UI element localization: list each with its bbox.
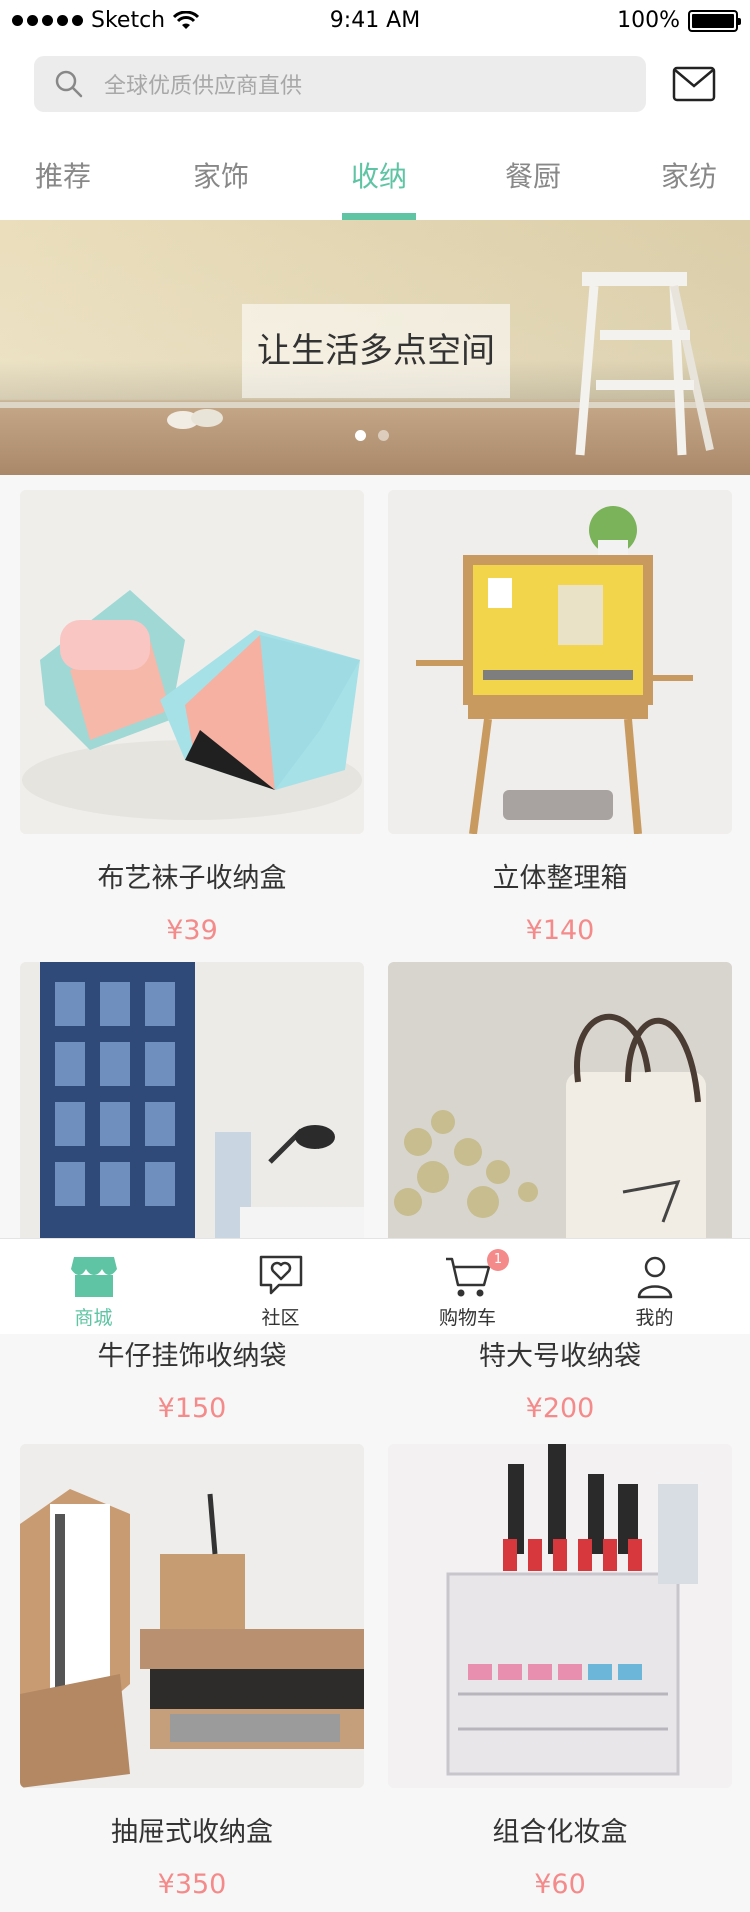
tabbar-item-store[interactable]: 商城 xyxy=(0,1239,187,1335)
tab-kitchen[interactable]: 餐厨 xyxy=(500,150,566,220)
tabbar-label: 购物车 xyxy=(438,1307,496,1329)
tab-recommend[interactable]: 推荐 xyxy=(30,150,96,220)
cart-icon xyxy=(446,1257,491,1297)
product-card[interactable]: 立体整理箱 ¥140 xyxy=(388,490,732,946)
tab-textiles[interactable]: 家纺 xyxy=(656,150,722,220)
stool-image xyxy=(575,272,714,456)
battery-icon xyxy=(688,9,741,32)
status-bar: Sketch 9:41 AM 100% xyxy=(0,0,750,40)
battery-group: 100% xyxy=(617,8,741,33)
tabbar-item-community[interactable]: 社区 xyxy=(187,1239,374,1335)
tabbar-label: 商城 xyxy=(74,1307,113,1329)
product-price: ¥200 xyxy=(525,1393,595,1424)
product-image xyxy=(20,490,364,834)
tab-home-decor[interactable]: 家饰 xyxy=(188,150,254,220)
shoes-image xyxy=(167,409,223,429)
product-name: 抽屉式收纳盒 xyxy=(111,1817,273,1848)
banner-caption: 让生活多点空间 xyxy=(242,304,510,398)
search-bar[interactable]: 全球优质供应商直供 xyxy=(34,56,646,112)
search-icon xyxy=(34,56,104,112)
product-card-caption[interactable]: 特大号收纳袋 ¥200 xyxy=(388,1334,732,1424)
chat-heart-icon xyxy=(259,1255,303,1295)
product-image xyxy=(388,1444,732,1788)
product-name: 立体整理箱 xyxy=(492,863,628,894)
promo-banner[interactable]: 让生活多点空间 xyxy=(0,220,750,475)
tabbar-label: 我的 xyxy=(635,1307,674,1329)
product-price: ¥140 xyxy=(525,915,595,946)
product-price: ¥60 xyxy=(534,1869,586,1900)
product-image xyxy=(20,1444,364,1788)
product-price: ¥350 xyxy=(157,1869,227,1900)
category-tabs: 推荐 家饰 收纳 餐厨 家纺 xyxy=(0,150,750,220)
battery-percent: 100% xyxy=(617,8,680,33)
user-icon xyxy=(637,1256,673,1299)
product-card[interactable]: 抽屉式收纳盒 ¥350 xyxy=(20,1444,364,1900)
product-card[interactable]: 布艺袜子收纳盒 ¥39 xyxy=(20,490,364,946)
product-card-caption[interactable]: 牛仔挂饰收纳袋 ¥150 xyxy=(20,1334,364,1424)
cart-badge: 1 xyxy=(487,1249,509,1271)
bottom-tab-bar: 商城 社区 1 购物车 我的 xyxy=(0,1238,750,1334)
product-price: ¥150 xyxy=(157,1393,227,1424)
product-name: 组合化妆盒 xyxy=(492,1817,628,1848)
banner-pager xyxy=(355,430,389,441)
pager-dot xyxy=(378,430,389,441)
header: 全球优质供应商直供 推荐 家饰 收纳 餐厨 家纺 xyxy=(0,40,750,220)
product-card[interactable]: 组合化妆盒 ¥60 xyxy=(388,1444,732,1900)
search-placeholder[interactable]: 全球优质供应商直供 xyxy=(104,68,302,100)
product-name: 牛仔挂饰收纳袋 xyxy=(97,1341,287,1372)
product-name: 特大号收纳袋 xyxy=(479,1341,641,1372)
tabbar-item-cart[interactable]: 1 购物车 xyxy=(374,1239,561,1335)
pager-dot-active xyxy=(355,430,366,441)
product-price: ¥39 xyxy=(166,915,218,946)
product-image xyxy=(388,490,732,834)
tabbar-label: 社区 xyxy=(261,1307,300,1329)
tab-storage[interactable]: 收纳 xyxy=(342,150,416,220)
product-name: 布艺袜子收纳盒 xyxy=(97,863,287,894)
tabbar-item-profile[interactable]: 我的 xyxy=(561,1239,748,1335)
mail-icon[interactable] xyxy=(672,64,716,104)
store-icon xyxy=(71,1257,117,1297)
